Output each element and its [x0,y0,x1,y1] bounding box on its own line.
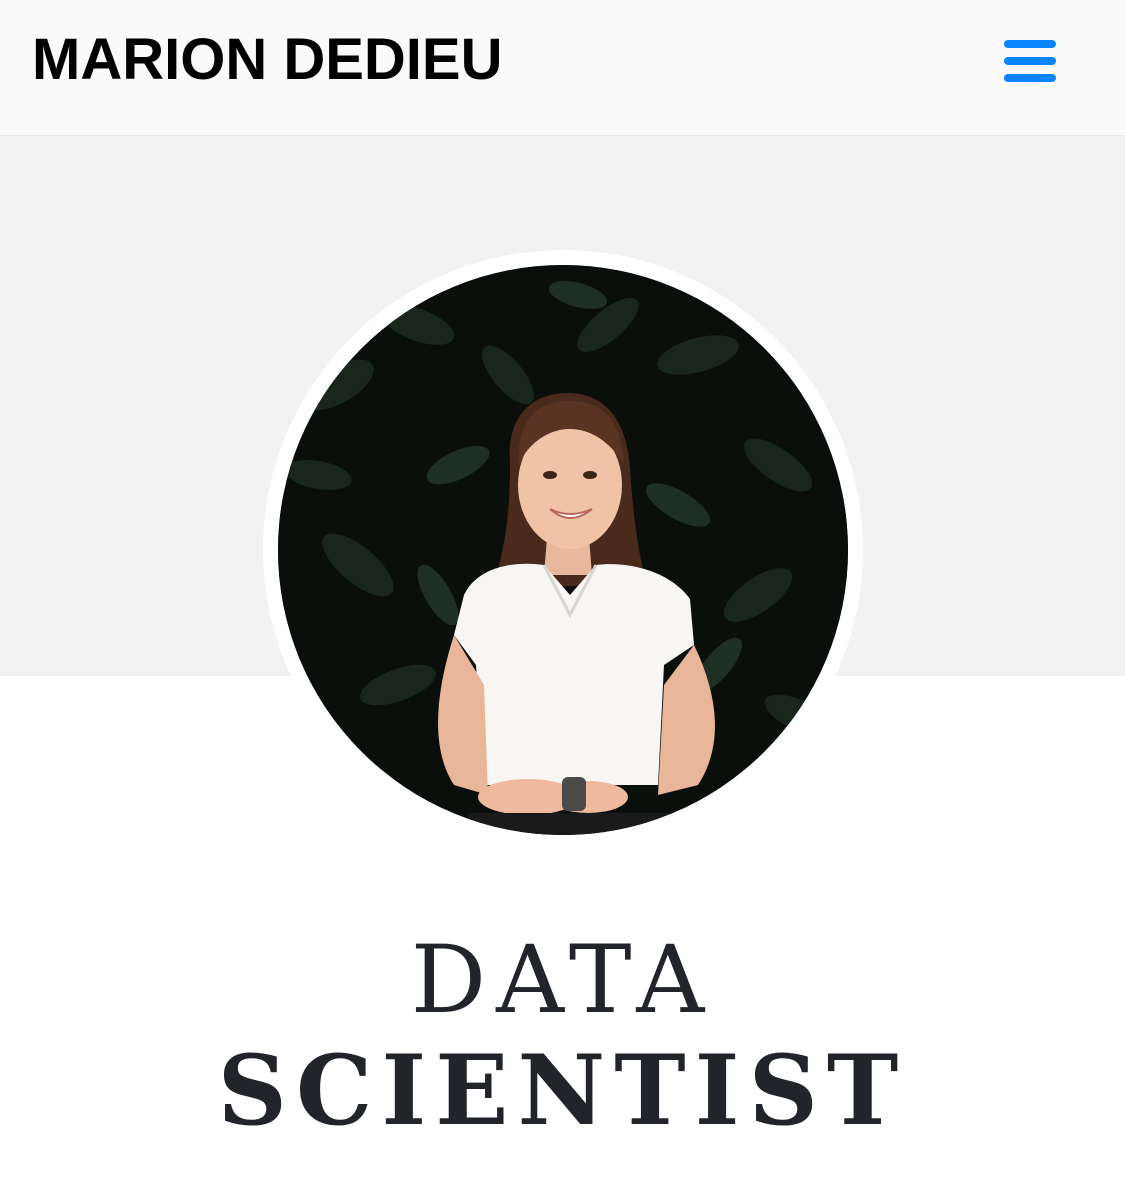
brand-link[interactable]: MARION DEDIEU [32,26,502,94]
page: MARION DEDIEU DATA SCIENTIST [0,0,1125,1194]
hamburger-menu-icon-bar-top [1004,40,1056,48]
menu-toggle-button[interactable] [996,30,1064,94]
hamburger-menu-icon-bar-middle [1004,57,1056,65]
headline-line2: SCIENTIST [217,1034,908,1147]
profile-photo [278,265,848,835]
headline-line1: DATA [410,926,715,1035]
navbar: MARION DEDIEU [0,0,1125,136]
hamburger-menu-icon-bar-bottom [1004,74,1056,82]
profile-photo-illustration [278,265,848,835]
